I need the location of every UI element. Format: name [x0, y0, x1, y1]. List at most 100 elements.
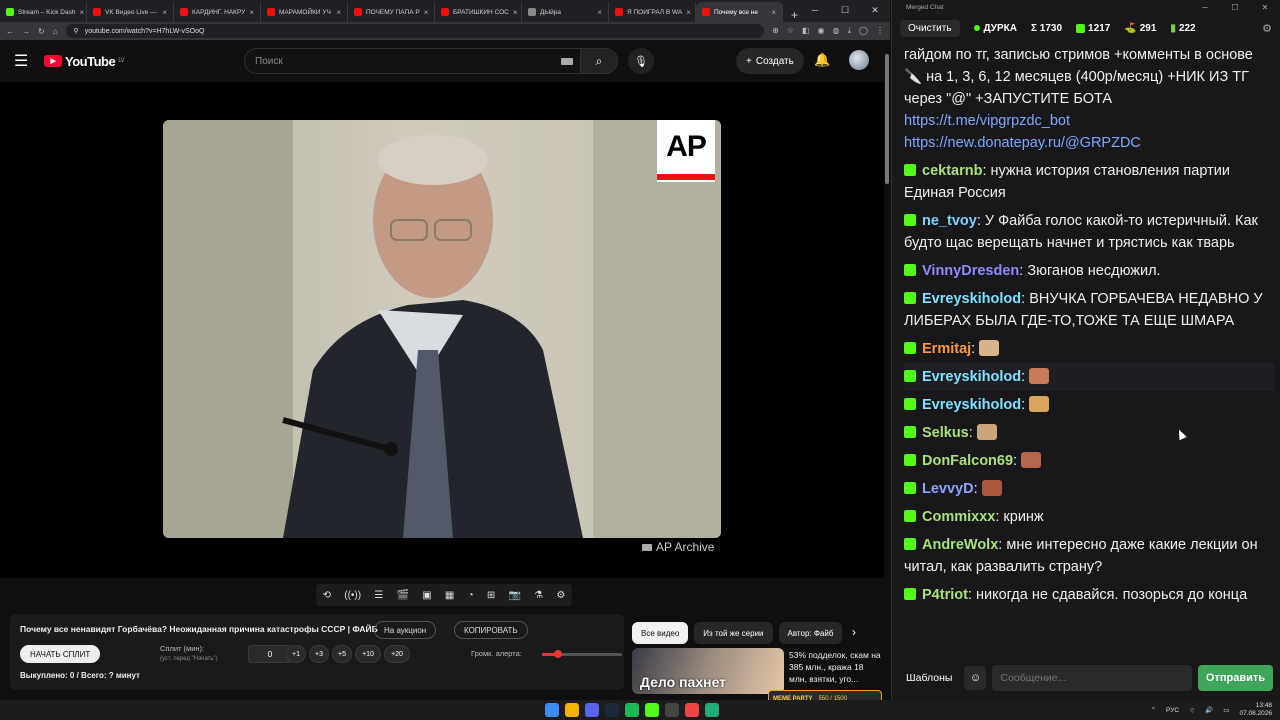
tab-close-icon[interactable]: × [771, 8, 776, 17]
page-scrollbar[interactable] [884, 46, 890, 694]
browser-tab[interactable]: VK Видео Live — × [87, 2, 174, 22]
chat-username[interactable]: LevvyD [922, 481, 974, 497]
create-button[interactable]: + Создать [736, 48, 804, 74]
settings-gear-icon[interactable]: ⚙ [556, 590, 565, 601]
home-icon[interactable]: ⌂ [53, 27, 58, 36]
chip-author[interactable]: Автор: Файб [778, 622, 843, 644]
browser-tab[interactable]: ДЫйра × [522, 2, 609, 22]
message-input[interactable] [992, 665, 1192, 691]
auction-button[interactable]: На аукцион [374, 621, 437, 639]
voice-search-button[interactable]: 🎙 [628, 48, 654, 74]
lang-indicator[interactable]: РУС [1166, 707, 1179, 714]
chat-username[interactable]: P4triot [922, 587, 968, 603]
keyboard-icon[interactable] [561, 58, 573, 65]
search-button[interactable]: ⌕ [580, 48, 618, 74]
speed-icon[interactable]: ◔ [468, 590, 474, 601]
chat-link[interactable]: https://new.donatepay.ru/@GRPZDC [904, 135, 1141, 151]
app-icon[interactable] [705, 703, 719, 717]
menu-icon[interactable]: ⋮ [876, 26, 884, 36]
chip-all-videos[interactable]: Все видео [632, 622, 689, 644]
chat-username[interactable]: DonFalcon69 [922, 453, 1013, 469]
close-icon[interactable]: ✕ [860, 0, 890, 20]
chip-same-series[interactable]: Из той же серии [694, 622, 773, 644]
bookmark-star-icon[interactable]: ☆ [787, 26, 794, 36]
loop-icon[interactable]: ⟲ [323, 590, 331, 601]
site-info-icon[interactable]: ⚲ [74, 27, 79, 35]
chat-username[interactable]: ne_tvoy [922, 213, 977, 229]
browser-tab[interactable]: КАРДИНГ. НАКРУ × [174, 2, 261, 22]
tab-close-icon[interactable]: × [79, 8, 84, 17]
extension-icon[interactable]: ◉ [818, 26, 825, 36]
minimize-icon[interactable]: ─ [800, 0, 830, 20]
chat-username[interactable]: Ermitaj [922, 341, 971, 357]
chat-username[interactable]: Evreyskiholod [922, 369, 1021, 385]
slider-knob[interactable] [554, 650, 562, 658]
network-icon[interactable]: ⌔ [1189, 706, 1195, 715]
clapper-icon[interactable]: 🎬 [397, 590, 409, 601]
chat-username[interactable]: AndreWolx [922, 537, 998, 553]
discord-icon[interactable] [585, 703, 599, 717]
browser-tab[interactable]: Я ПОИГРАЛ В WA × [609, 2, 696, 22]
send-button[interactable]: Отправить [1197, 665, 1273, 691]
picture-in-picture-icon[interactable]: ▣ [422, 590, 431, 601]
alert-volume-slider[interactable] [542, 650, 622, 658]
clock[interactable]: 13:48 07.08.2026 [1239, 702, 1272, 718]
chat-username[interactable]: cektarnb [922, 163, 982, 179]
menu-burger-icon[interactable]: ☰ [14, 51, 44, 71]
broadcast-icon[interactable]: ((•)) [344, 590, 361, 601]
steam-icon[interactable] [605, 703, 619, 717]
app-icon[interactable] [685, 703, 699, 717]
camera-icon[interactable]: 📷 [508, 590, 520, 601]
chat-settings-icon[interactable]: ⚙ [1262, 22, 1272, 35]
tab-close-icon[interactable]: × [162, 8, 167, 17]
chat-username[interactable]: Selkus [922, 425, 969, 441]
step-button-plus5[interactable]: +5 [332, 645, 352, 663]
youtube-logo[interactable]: ▶ YouTube LV [44, 54, 244, 69]
flask-icon[interactable]: ⚗ [534, 590, 543, 601]
chat-username[interactable]: VinnyDresden [922, 263, 1019, 279]
step-button-plus20[interactable]: +20 [384, 645, 410, 663]
video-player[interactable]: AP AP Archive [0, 82, 885, 578]
browser-tab[interactable]: МАРАМОЙКИ УЧ × [261, 2, 348, 22]
tray-arrow-icon[interactable]: ⌃ [1151, 706, 1156, 714]
extension-icon[interactable]: ◧ [802, 26, 810, 36]
maximize-icon[interactable]: ☐ [1220, 3, 1250, 12]
notifications-bell-icon[interactable]: 🔔 [814, 52, 830, 68]
emoji-picker-icon[interactable]: ☺ [964, 666, 987, 690]
forward-icon[interactable]: → [22, 27, 30, 36]
volume-icon[interactable]: 🔊 [1205, 706, 1213, 714]
tab-close-icon[interactable]: × [513, 8, 518, 17]
spotify-icon[interactable] [625, 703, 639, 717]
browser-tab[interactable]: Stream – Kick Dash × [0, 2, 87, 22]
download-icon[interactable]: ⤓ [848, 26, 852, 36]
start-split-button[interactable]: НАЧАТЬ СПЛИТ [20, 645, 101, 663]
search-input[interactable]: Поиск [244, 48, 582, 74]
playlist-icon[interactable]: ☰ [374, 590, 383, 601]
close-icon[interactable]: ✕ [1250, 3, 1280, 12]
step-button-plus10[interactable]: +10 [355, 645, 381, 663]
url-bar[interactable]: ⚲ youtube.com/watch?v=H7hLW-vSOoQ [65, 24, 765, 38]
add-frame-icon[interactable]: ⊞ [487, 590, 495, 601]
chevron-right-icon[interactable]: › [852, 625, 856, 639]
step-button-plus1[interactable]: +1 [286, 645, 306, 663]
back-icon[interactable]: ← [6, 27, 14, 36]
templates-button[interactable]: Шаблоны [900, 672, 958, 684]
clear-chat-button[interactable]: Очистить [900, 19, 960, 37]
battery-icon[interactable]: ▭ [1223, 706, 1229, 714]
scrollbar-thumb[interactable] [885, 54, 889, 184]
avatar[interactable] [849, 50, 869, 70]
browser-tab[interactable]: БРАТИШКИН СОС × [435, 2, 522, 22]
chat-link[interactable]: https://t.me/vipgrpzdc_bot [904, 113, 1070, 129]
minimize-icon[interactable]: ─ [1190, 3, 1220, 12]
extension-icon[interactable]: ◍ [833, 26, 840, 36]
tab-close-icon[interactable]: × [424, 8, 429, 17]
tab-close-icon[interactable]: × [686, 8, 691, 17]
tab-close-icon[interactable]: × [249, 8, 254, 17]
reload-icon[interactable]: ↻ [38, 27, 45, 36]
obs-icon[interactable] [665, 703, 679, 717]
profile-icon[interactable]: ◯ [859, 26, 868, 36]
video-thumbnail[interactable]: Дело пахнет [632, 648, 784, 694]
chat-username[interactable]: Evreyskiholod [922, 291, 1021, 307]
start-windows-icon[interactable] [545, 703, 559, 717]
step-button-plus3[interactable]: +3 [309, 645, 329, 663]
